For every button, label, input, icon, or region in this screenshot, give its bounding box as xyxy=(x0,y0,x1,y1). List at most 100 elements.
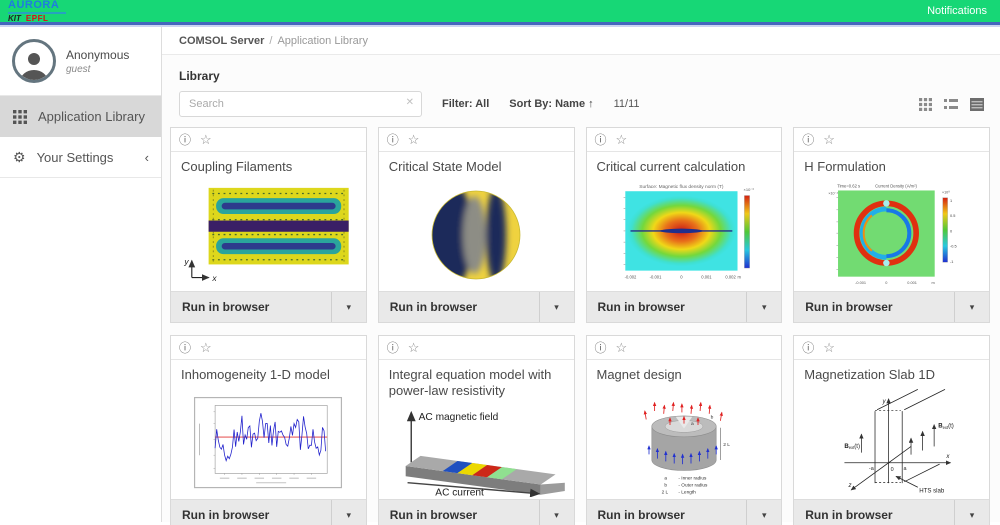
legend-desc: - Length xyxy=(678,490,696,495)
run-options-caret[interactable]: ▾ xyxy=(954,292,989,322)
colorbar-unit: ×10⁸ xyxy=(942,191,950,195)
sort-control[interactable]: Sort By: Name ↑ xyxy=(509,98,593,110)
breadcrumb: COMSOL Server / Application Library xyxy=(162,27,1000,55)
card-footer: Run in browser ▾ xyxy=(587,291,782,322)
card-thumbnail: y x z -a 0 a Bext(t) Bext(t) HTS slab xyxy=(794,386,989,499)
run-options-caret[interactable]: ▾ xyxy=(331,500,366,525)
cb-label: -0.5 xyxy=(950,245,957,249)
info-icon[interactable]: ⓘ xyxy=(802,134,814,146)
clear-search-icon[interactable]: ✕ xyxy=(406,97,414,108)
critical-state-plot xyxy=(422,181,530,289)
card-title: Integral equation model with power-law r… xyxy=(379,360,574,403)
star-icon[interactable]: ☆ xyxy=(408,133,420,146)
legend-key: a xyxy=(664,477,667,482)
y-axis-unit: ×10⁻⁴ xyxy=(828,192,838,196)
slab-1d-diagram: y x z -a 0 a Bext(t) Bext(t) HTS slab xyxy=(812,388,972,497)
noisy-signal-plot xyxy=(193,396,343,489)
star-icon[interactable]: ☆ xyxy=(616,341,628,354)
sidebar-item-your-settings[interactable]: ⚙ Your Settings ‹ xyxy=(0,137,161,178)
run-options-caret[interactable]: ▾ xyxy=(746,500,781,525)
run-in-browser-button[interactable]: Run in browser xyxy=(587,500,747,525)
card-thumbnail: Time=0.62 s Current Density (A/m²) ×10⁻⁴ xyxy=(794,178,989,291)
slab-diagram: AC magnetic field AC current xyxy=(383,405,569,498)
inner-radius-letter: a xyxy=(691,422,694,427)
x-tick: 0.001 xyxy=(701,275,712,280)
app-card-magnetization-slab-1d: ⓘ ☆ Magnetization Slab 1D xyxy=(793,335,990,525)
avatar xyxy=(12,39,56,83)
run-in-browser-button[interactable]: Run in browser xyxy=(587,292,747,322)
detail-view-icon[interactable] xyxy=(970,98,984,111)
list-view-icon[interactable] xyxy=(944,98,958,111)
star-icon[interactable]: ☆ xyxy=(200,341,212,354)
card-title: Critical State Model xyxy=(379,152,574,178)
sidebar-item-label: Application Library xyxy=(38,109,145,124)
info-icon[interactable]: ⓘ xyxy=(387,342,399,354)
card-thumbnail xyxy=(379,178,574,291)
run-in-browser-button[interactable]: Run in browser xyxy=(171,500,331,525)
info-icon[interactable]: ⓘ xyxy=(179,134,191,146)
card-header: ⓘ ☆ xyxy=(379,128,574,152)
current-label: AC current xyxy=(435,487,484,497)
logo-epfl-text: EPFL xyxy=(26,15,48,23)
breadcrumb-root[interactable]: COMSOL Server xyxy=(179,35,264,47)
run-in-browser-button[interactable]: Run in browser xyxy=(379,500,539,525)
sidebar-item-application-library[interactable]: Application Library xyxy=(0,96,161,137)
aurora-logo: AURORA KIT EPFL xyxy=(0,0,66,24)
cb-label: 1 xyxy=(950,199,952,203)
star-icon[interactable]: ☆ xyxy=(823,341,835,354)
card-header: ⓘ ☆ xyxy=(171,336,366,360)
length-letter: 2 L xyxy=(723,442,730,448)
run-options-caret[interactable]: ▾ xyxy=(331,292,366,322)
grid-view-icon[interactable] xyxy=(919,98,932,111)
grid-icon xyxy=(13,110,27,124)
run-in-browser-button[interactable]: Run in browser xyxy=(794,292,954,322)
card-header: ⓘ ☆ xyxy=(794,128,989,152)
info-icon[interactable]: ⓘ xyxy=(595,134,607,146)
app-card-inhomogeneity-1d-model: ⓘ ☆ Inhomogeneity 1-D model xyxy=(170,335,367,525)
card-footer: Run in browser ▾ xyxy=(379,499,574,525)
filter-control[interactable]: Filter: All xyxy=(442,98,489,110)
run-options-caret[interactable]: ▾ xyxy=(746,292,781,322)
info-icon[interactable]: ⓘ xyxy=(387,134,399,146)
search-input[interactable] xyxy=(179,91,422,117)
info-icon[interactable]: ⓘ xyxy=(802,342,814,354)
app-card-critical-state-model: ⓘ ☆ Critical State Model xyxy=(378,127,575,323)
run-in-browser-button[interactable]: Run in browser xyxy=(794,500,954,525)
legend-key: 2 L xyxy=(661,490,668,495)
star-icon[interactable]: ☆ xyxy=(823,133,835,146)
b-ext-left-label: Bext(t) xyxy=(844,443,860,450)
chevron-left-icon[interactable]: ‹ xyxy=(145,150,149,165)
coupling-filaments-plot: y x xyxy=(175,186,362,283)
run-in-browser-button[interactable]: Run in browser xyxy=(171,292,331,322)
a-label: a xyxy=(903,466,907,472)
card-thumbnail xyxy=(171,386,366,499)
card-footer: Run in browser ▾ xyxy=(171,291,366,322)
y-axis-label: y xyxy=(881,398,886,405)
toolbar: ✕ Filter: All Sort By: Name ↑ 11/11 xyxy=(162,91,1000,117)
star-icon[interactable]: ☆ xyxy=(408,341,420,354)
run-options-caret[interactable]: ▾ xyxy=(539,292,574,322)
notifications-link[interactable]: Notifications xyxy=(927,5,1000,17)
x-tick: 0.002 xyxy=(725,275,736,280)
run-options-caret[interactable]: ▾ xyxy=(954,500,989,525)
star-icon[interactable]: ☆ xyxy=(200,133,212,146)
info-icon[interactable]: ⓘ xyxy=(179,342,191,354)
x-tick: -0.002 xyxy=(625,275,637,280)
card-thumbnail: AC magnetic field AC current xyxy=(379,403,574,500)
sort-up-icon[interactable]: ↑ xyxy=(588,98,594,110)
plot-title: Surface: Magnetic flux density norm (T) xyxy=(639,184,724,190)
z-axis-label: z xyxy=(847,482,851,489)
run-in-browser-button[interactable]: Run in browser xyxy=(379,292,539,322)
card-footer: Run in browser ▾ xyxy=(379,291,574,322)
run-options-caret[interactable]: ▾ xyxy=(539,500,574,525)
info-icon[interactable]: ⓘ xyxy=(595,342,607,354)
cb-label: -1 xyxy=(950,260,953,264)
x-axis-label: x xyxy=(945,453,950,460)
user-name: Anonymous xyxy=(66,48,129,62)
breadcrumb-separator: / xyxy=(269,35,272,47)
neg-a-label: -a xyxy=(869,466,875,472)
page-title: Library xyxy=(162,55,1000,91)
star-icon[interactable]: ☆ xyxy=(616,133,628,146)
card-thumbnail: a b 2 L a - Inner radius b - Outer radiu… xyxy=(587,386,782,499)
plot-time: Time=0.62 s xyxy=(837,184,860,189)
